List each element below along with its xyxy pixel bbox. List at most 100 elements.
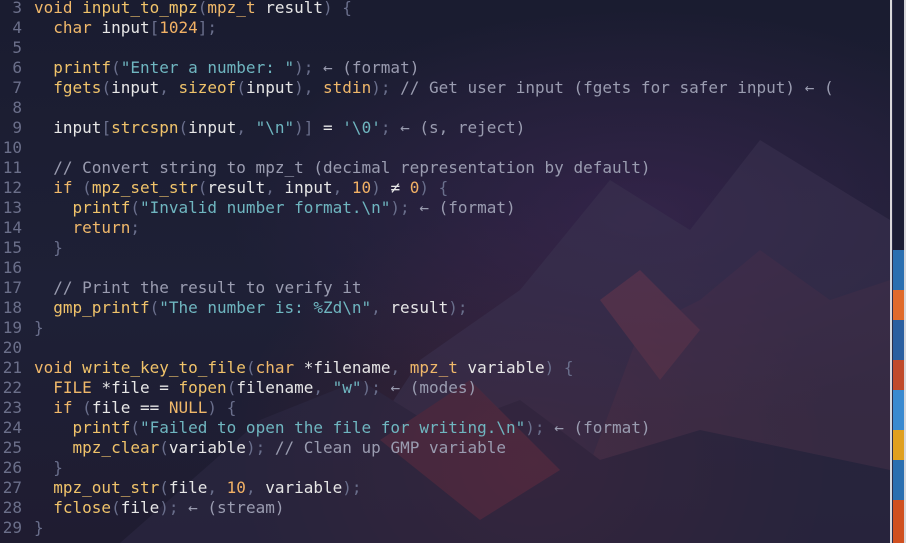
code-token: } [34, 518, 44, 537]
code-token: , [332, 178, 352, 197]
code-line[interactable]: 22 FILE *file = fopen(filename, "w"); ← … [0, 378, 890, 398]
code-line[interactable]: 24 printf("Failed to open the file for w… [0, 418, 890, 438]
code-token: ← (format) [554, 418, 651, 437]
code-token: , [245, 478, 266, 497]
line-code: } [34, 318, 44, 338]
code-line[interactable]: 29} [0, 518, 890, 538]
code-token: printf [72, 418, 131, 437]
line-number: 4 [12, 18, 22, 37]
code-line[interactable]: 11 // Convert string to mpz_t (decimal r… [0, 158, 890, 178]
code-line[interactable]: 9 input[strcspn(input, "\n")] = '\0'; ← … [0, 118, 890, 138]
code-token: ; [380, 118, 401, 137]
code-token: 0 [409, 178, 420, 197]
code-token: ( [111, 498, 121, 517]
code-token: "Invalid number format.\n" [139, 198, 391, 217]
minimap[interactable] [893, 0, 904, 543]
code-token: 10 [351, 178, 372, 197]
code-token: stdin [323, 78, 372, 97]
code-token: printf [53, 58, 112, 77]
code-token: , [159, 78, 179, 97]
code-token: char [53, 18, 102, 37]
code-token: ( [159, 438, 169, 457]
code-token: "\n" [255, 118, 295, 137]
code-line[interactable]: 19} [0, 318, 890, 338]
code-token: input [34, 118, 102, 137]
code-token: '\0' [342, 118, 381, 137]
line-code: void write_key_to_file(char *filename, m… [34, 358, 573, 378]
code-token: } [34, 238, 63, 257]
code-token: void [34, 358, 83, 377]
code-token: input [111, 78, 160, 97]
code-token: input [188, 118, 237, 137]
code-token: ) [371, 178, 391, 197]
code-token: "Enter a number: " [120, 58, 295, 77]
code-line[interactable]: 18 gmp_printf("The number is: %Zd\n", re… [0, 298, 890, 318]
code-line[interactable]: 25 mpz_clear(variable); // Clean up GMP … [0, 438, 890, 458]
code-token: input_to_mpz [82, 0, 198, 17]
line-code: } [34, 518, 44, 538]
code-token: // Get user input (fgets for safer input… [400, 78, 834, 97]
code-line[interactable]: 26 } [0, 458, 890, 478]
code-line[interactable]: 10 [0, 138, 890, 158]
code-token: return [72, 218, 131, 237]
code-token: file [120, 498, 160, 517]
code-token: NULL [168, 398, 208, 417]
code-token: = [159, 378, 179, 397]
code-editor[interactable]: 3 void input_to_mpz(mpz_t result) {4 char… [0, 0, 890, 543]
code-line[interactable]: 8 [0, 98, 890, 118]
code-line[interactable]: 5 [0, 38, 890, 58]
code-token: ( [82, 178, 92, 197]
code-line[interactable]: 4 char input[1024]; [0, 18, 890, 38]
code-token: mpz_set_str [91, 178, 198, 197]
code-token: if [53, 398, 83, 417]
code-token: ); [371, 78, 401, 97]
code-token: ); [525, 418, 555, 437]
code-line[interactable]: 16 [0, 258, 890, 278]
line-number: 8 [12, 98, 22, 117]
line-number: 19 [2, 318, 22, 337]
code-token: ); [245, 438, 275, 457]
line-number: 23 [2, 398, 22, 417]
code-token: ( [226, 378, 237, 397]
code-line[interactable]: 13 printf("Invalid number format.\n"); ←… [0, 198, 890, 218]
code-line[interactable]: 3 void input_to_mpz(mpz_t result) { [0, 0, 890, 18]
code-token: , [265, 178, 285, 197]
code-token: * [101, 378, 112, 397]
code-line[interactable]: 17 // Print the result to verify it [0, 278, 890, 298]
line-number: 6 [12, 58, 22, 77]
code-line[interactable]: 6 printf("Enter a number: "); ← (format) [0, 58, 890, 78]
code-token: ) { [419, 178, 449, 197]
code-line[interactable]: 20 [0, 338, 890, 358]
code-token: 1024 [159, 18, 198, 37]
code-line[interactable]: 15 } [0, 238, 890, 258]
code-token: * [303, 358, 314, 377]
code-token: input [245, 78, 295, 97]
code-token: mpz_t [409, 358, 468, 377]
code-line[interactable]: 23 if (file == NULL) { [0, 398, 890, 418]
code-token: fgets [53, 78, 102, 97]
code-line[interactable]: 28 fclose(file); ← (stream) [0, 498, 890, 518]
code-token: file [91, 398, 140, 417]
code-line[interactable]: 27 mpz_out_str(file, 10, variable); [0, 478, 890, 498]
code-token: 10 [226, 478, 246, 497]
code-token: , [313, 378, 333, 397]
line-number: 28 [2, 498, 22, 517]
code-token: ( [130, 198, 140, 217]
code-line[interactable]: 21 void write_key_to_file(char *filename,… [0, 358, 890, 378]
code-line[interactable]: 7 fgets(input, sizeof(input), stdin); //… [0, 78, 890, 98]
code-line[interactable]: 12 if (mpz_set_str(result, input, 10) ≠ … [0, 178, 890, 198]
line-code: printf("Failed to open the file for writ… [34, 418, 651, 438]
code-line[interactable]: 14 return; [0, 218, 890, 238]
code-token: )] [294, 118, 324, 137]
code-token: // Convert string to mpz_t (decimal repr… [34, 158, 651, 177]
code-token: filename [236, 378, 314, 397]
code-token: ( [111, 58, 121, 77]
code-token: // Clean up GMP variable [274, 438, 507, 457]
line-code: input[strcspn(input, "\n")] = '\0'; ← (s… [34, 118, 525, 138]
